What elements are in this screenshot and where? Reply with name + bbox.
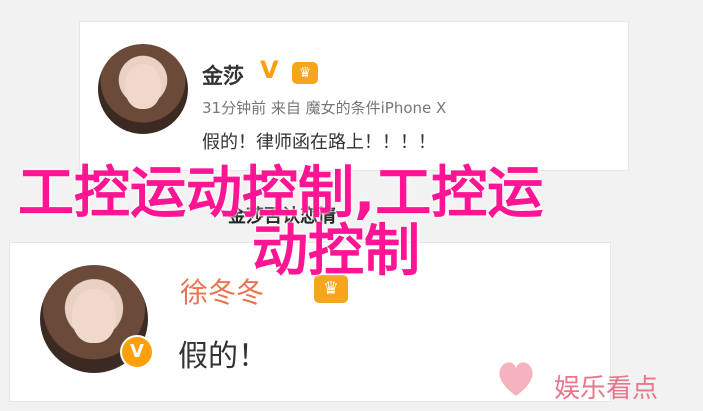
author-name[interactable]: 金莎 — [202, 60, 244, 90]
watermark-text: 娱乐看点 — [554, 374, 659, 404]
heart-logo-icon — [499, 362, 533, 396]
post-content: 假的！ — [178, 339, 268, 374]
user-avatar[interactable] — [98, 44, 188, 134]
post-meta: 31分钟前 来自 魔女的条件iPhone X — [202, 99, 447, 117]
overlay-title-line-2: 动控制 — [252, 219, 420, 284]
crown-badge-icon: ♛ — [292, 62, 318, 84]
verified-badge-icon: V — [120, 335, 154, 369]
verified-icon: V — [260, 56, 279, 84]
